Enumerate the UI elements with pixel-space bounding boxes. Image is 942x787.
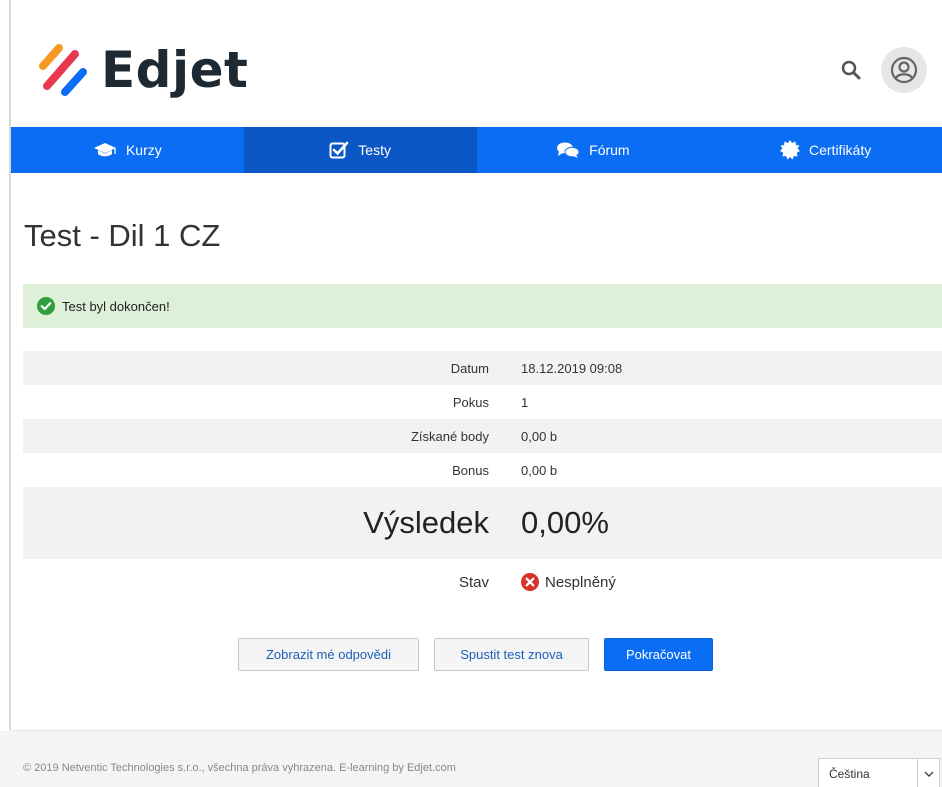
result-row-score: Výsledek 0,00% (23, 487, 942, 559)
main-nav: Kurzy Testy Fórum Certifikáty (11, 127, 942, 173)
result-label: Bonus (452, 462, 489, 478)
result-label: Pokus (452, 394, 489, 410)
score-label: Výsledek (363, 505, 489, 540)
language-value: Čeština (829, 767, 870, 781)
result-label: Datum (450, 360, 489, 376)
success-alert: Test byl dokončen! (23, 284, 942, 328)
alert-text: Test byl dokončen! (62, 298, 170, 314)
header: Edjet (11, 0, 942, 127)
result-row-datum: Datum 18.12.2019 09:08 (23, 351, 942, 385)
comments-icon (557, 142, 580, 158)
footer: © 2019 Netventic Technologies s.r.o., vš… (0, 731, 942, 787)
nav-item-forum[interactable]: Fórum (477, 127, 710, 173)
logo[interactable]: Edjet (33, 40, 248, 100)
page-title: Test - Dil 1 CZ (24, 218, 221, 253)
nav-label-forum: Fórum (589, 142, 630, 158)
copyright-text: © 2019 Netventic Technologies s.r.o., vš… (23, 762, 456, 774)
chevron-down-icon (917, 759, 939, 787)
result-value: 0,00 b (521, 428, 558, 444)
status-label: Stav (458, 573, 489, 591)
logo-text: Edjet (101, 41, 249, 99)
status-value: Nesplněný (521, 573, 616, 591)
result-label: Získané body (410, 428, 489, 444)
user-circle-icon (890, 56, 918, 84)
nav-item-kurzy[interactable]: Kurzy (11, 127, 244, 173)
result-value: 1 (521, 394, 529, 410)
certificate-icon (780, 140, 800, 160)
language-select[interactable]: Čeština (818, 758, 940, 787)
nav-item-testy[interactable]: Testy (243, 127, 477, 173)
nav-item-certifikaty[interactable]: Certifikáty (709, 127, 942, 173)
user-avatar[interactable] (881, 47, 927, 93)
check-square-icon (329, 141, 349, 159)
result-table: Datum 18.12.2019 09:08 Pokus 1 Získané b… (23, 351, 942, 605)
continue-button[interactable]: Pokračovat (604, 638, 713, 671)
result-value: 18.12.2019 09:08 (521, 360, 623, 376)
nav-label-testy: Testy (358, 142, 391, 158)
result-row-ziskane-body: Získané body 0,00 b (23, 419, 942, 453)
result-row-pokus: Pokus 1 (23, 385, 942, 419)
result-row-status: Stav Nesplněný (23, 559, 942, 605)
graduation-cap-icon (93, 143, 116, 157)
logo-mark-icon (33, 40, 93, 100)
nav-label-certifikaty: Certifikáty (809, 142, 872, 158)
status-text: Nesplněný (545, 573, 616, 591)
search-icon[interactable] (839, 58, 863, 82)
show-answers-button[interactable]: Zobrazit mé odpovědi (238, 638, 419, 671)
restart-test-button[interactable]: Spustit test znova (434, 638, 589, 671)
times-circle-icon (521, 573, 539, 591)
check-circle-icon (37, 297, 55, 315)
score-value: 0,00% (521, 505, 609, 540)
result-row-bonus: Bonus 0,00 b (23, 453, 942, 487)
result-value: 0,00 b (521, 462, 558, 478)
nav-label-kurzy: Kurzy (125, 142, 162, 158)
